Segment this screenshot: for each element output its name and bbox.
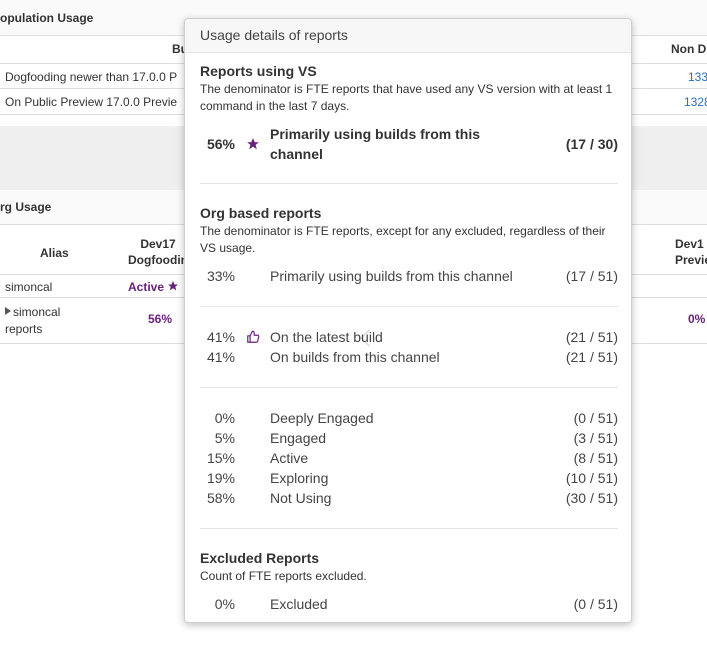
metric-count: (0 / 51) bbox=[573, 410, 618, 426]
row-label: On Public Preview 17.0.0 Previe bbox=[5, 95, 178, 109]
engagement-metric: 58% Not Using (30 / 51) bbox=[200, 488, 618, 508]
page: opulation Usage Bu Non D Dogfooding newe… bbox=[0, 0, 707, 650]
column-header-line: Dev17 bbox=[140, 237, 176, 251]
section-title: Reports using VS bbox=[200, 63, 317, 79]
excluded-metric: 0% Excluded (0 / 51) bbox=[200, 594, 618, 614]
popover-title: Usage details of reports bbox=[185, 19, 631, 53]
metric-percent: 0% bbox=[214, 410, 235, 426]
org-reports-section: Org based reports The denominator is FTE… bbox=[200, 205, 618, 257]
metric-count: (30 / 51) bbox=[565, 490, 618, 506]
dogfooding-percent[interactable]: 56% bbox=[148, 312, 172, 326]
metric-label: Active bbox=[270, 450, 309, 466]
metric-label: On builds from this channel bbox=[270, 349, 440, 365]
alias-cell-sub: reports bbox=[5, 322, 43, 336]
metric-percent: 0% bbox=[214, 596, 235, 612]
metric-count: (21 / 51) bbox=[565, 329, 618, 345]
metric-label: Excluded bbox=[270, 596, 328, 612]
org-primary-metric: 33% Primarily using builds from this cha… bbox=[200, 266, 618, 286]
metric-count: (21 / 51) bbox=[565, 349, 618, 365]
metric-label: Deeply Engaged bbox=[270, 410, 374, 426]
column-header-dev17-dogfooding[interactable]: Dev17 Dogfoodin bbox=[128, 236, 188, 268]
metric-label: Not Using bbox=[270, 490, 332, 506]
section-title: Excluded Reports bbox=[200, 550, 320, 566]
population-usage-title: opulation Usage bbox=[0, 11, 94, 25]
metric-percent: 56% bbox=[206, 136, 235, 152]
metric-count: (17 / 51) bbox=[565, 268, 618, 284]
metric-count: (10 / 51) bbox=[565, 470, 618, 486]
divider bbox=[200, 387, 618, 388]
metric-label-line: Primarily using builds from this bbox=[270, 126, 481, 142]
status-cell: Active bbox=[128, 275, 179, 299]
alias-cell: simoncal bbox=[13, 305, 61, 319]
metric-label: Primarily using builds from this channel bbox=[270, 268, 513, 284]
divider bbox=[200, 306, 618, 307]
channel-builds-metric: 41% On builds from this channel (21 / 51… bbox=[200, 347, 618, 367]
metric-label: Primarily using builds from this channel bbox=[270, 124, 480, 164]
column-header-non-dogfooding[interactable]: Non D bbox=[671, 42, 706, 56]
metric-percent: 19% bbox=[206, 470, 235, 486]
column-header-line: Dev1 bbox=[675, 237, 704, 251]
metric-label: Engaged bbox=[270, 430, 327, 446]
vs-reports-section: Reports using VS The denominator is FTE … bbox=[200, 63, 618, 115]
metric-percent: 33% bbox=[206, 268, 235, 284]
preview-percent[interactable]: 0% bbox=[688, 312, 705, 326]
metric-percent: 15% bbox=[206, 450, 235, 466]
thumbs-up-icon bbox=[245, 327, 261, 347]
divider bbox=[200, 183, 618, 184]
column-header-alias[interactable]: Alias bbox=[40, 245, 69, 261]
engagement-metric: 19% Exploring (10 / 51) bbox=[200, 468, 618, 488]
metric-percent: 41% bbox=[206, 329, 235, 345]
status-text: Active bbox=[128, 280, 165, 294]
count-link[interactable]: 133 bbox=[688, 64, 707, 90]
section-description: Count of FTE reports excluded. bbox=[200, 569, 367, 583]
metric-count: (8 / 51) bbox=[573, 450, 618, 466]
section-description: The denominator is FTE reports that have… bbox=[200, 82, 613, 113]
metric-percent: 58% bbox=[206, 490, 235, 506]
engagement-metric: 15% Active (8 / 51) bbox=[200, 448, 618, 468]
alias-cell: simoncal bbox=[5, 280, 53, 294]
row-label: Dogfooding newer than 17.0.0 P bbox=[5, 70, 178, 84]
excluded-reports-section: Excluded Reports Count of FTE reports ex… bbox=[200, 550, 618, 585]
org-usage-title: rg Usage bbox=[0, 200, 52, 214]
star-icon bbox=[245, 134, 261, 154]
section-description: The denominator is FTE reports, except f… bbox=[200, 224, 606, 255]
metric-percent: 41% bbox=[206, 349, 235, 365]
section-title: Org based reports bbox=[200, 205, 322, 221]
star-icon bbox=[168, 281, 179, 291]
caret-right-icon[interactable] bbox=[5, 307, 11, 315]
column-header-line: Previe bbox=[675, 253, 707, 267]
divider bbox=[200, 528, 618, 529]
metric-label-line: channel bbox=[270, 146, 323, 162]
usage-details-popover: Usage details of reports Reports using V… bbox=[184, 18, 632, 623]
vs-primary-metric: 56% Primarily using builds from this cha… bbox=[200, 124, 618, 166]
engagement-metric: 0% Deeply Engaged (0 / 51) bbox=[200, 408, 618, 428]
column-header-dev17-preview[interactable]: Dev1 Previe bbox=[675, 236, 707, 268]
metric-count: (0 / 51) bbox=[573, 596, 618, 612]
metric-count: (3 / 51) bbox=[573, 430, 618, 446]
metric-label: On the latest build bbox=[270, 329, 383, 345]
metric-label: Exploring bbox=[270, 470, 329, 486]
metric-percent: 5% bbox=[214, 430, 235, 446]
latest-build-metric: 41% On the latest build (21 / 51) bbox=[200, 327, 618, 347]
count-link[interactable]: 1328 bbox=[684, 89, 707, 115]
metric-count: (17 / 30) bbox=[565, 136, 618, 152]
engagement-metric: 5% Engaged (3 / 51) bbox=[200, 428, 618, 448]
column-header-line: Dogfoodin bbox=[128, 253, 188, 267]
